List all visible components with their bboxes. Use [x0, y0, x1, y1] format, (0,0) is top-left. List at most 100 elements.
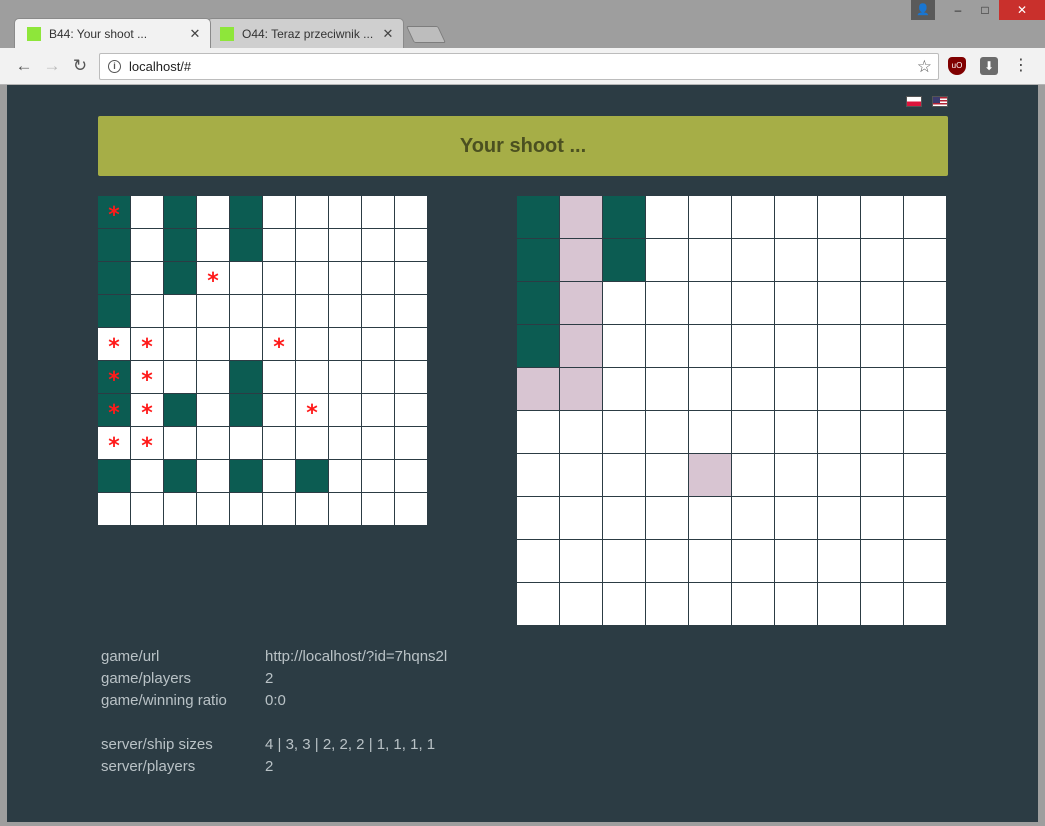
- profile-icon[interactable]: 👤: [911, 0, 935, 20]
- board-cell[interactable]: [732, 368, 774, 410]
- board-cell[interactable]: [732, 454, 774, 496]
- board-cell[interactable]: [818, 583, 860, 625]
- board-cell[interactable]: [775, 540, 817, 582]
- board-cell[interactable]: [646, 411, 688, 453]
- board-cell[interactable]: [560, 411, 602, 453]
- minimize-button[interactable]: –: [943, 0, 973, 20]
- board-cell[interactable]: [861, 239, 903, 281]
- board-cell[interactable]: [732, 411, 774, 453]
- board-cell[interactable]: [646, 497, 688, 539]
- tab-opponent-turn[interactable]: O44: Teraz przeciwnik ... ✕: [207, 18, 404, 48]
- board-cell[interactable]: [560, 196, 602, 238]
- bookmark-star-icon[interactable]: ☆: [917, 57, 932, 77]
- board-cell[interactable]: [775, 454, 817, 496]
- board-cell[interactable]: [904, 325, 946, 367]
- board-cell[interactable]: [560, 368, 602, 410]
- board-cell[interactable]: [861, 282, 903, 324]
- board-cell[interactable]: [775, 282, 817, 324]
- board-cell[interactable]: [689, 583, 731, 625]
- board-cell[interactable]: [861, 368, 903, 410]
- board-cell[interactable]: [603, 497, 645, 539]
- board-cell[interactable]: [775, 325, 817, 367]
- board-cell[interactable]: [646, 196, 688, 238]
- tab-your-shoot[interactable]: B44: Your shoot ... ✕: [14, 18, 211, 48]
- new-tab-button[interactable]: [406, 26, 446, 43]
- us-flag-icon[interactable]: [932, 96, 948, 107]
- board-cell[interactable]: [517, 239, 559, 281]
- board-cell[interactable]: [560, 282, 602, 324]
- board-cell[interactable]: [689, 540, 731, 582]
- board-cell[interactable]: [689, 282, 731, 324]
- board-cell[interactable]: [603, 239, 645, 281]
- polish-flag-icon[interactable]: [906, 96, 922, 107]
- board-cell[interactable]: [818, 196, 860, 238]
- close-window-button[interactable]: ✕: [999, 0, 1045, 20]
- board-cell[interactable]: [904, 368, 946, 410]
- board-cell[interactable]: [646, 325, 688, 367]
- board-cell[interactable]: [603, 196, 645, 238]
- board-cell[interactable]: [904, 454, 946, 496]
- board-cell[interactable]: [818, 497, 860, 539]
- board-cell[interactable]: [775, 239, 817, 281]
- board-cell[interactable]: [517, 454, 559, 496]
- board-cell[interactable]: [861, 196, 903, 238]
- board-cell[interactable]: [775, 583, 817, 625]
- board-cell[interactable]: [818, 239, 860, 281]
- board-cell[interactable]: [732, 196, 774, 238]
- board-cell[interactable]: [904, 497, 946, 539]
- board-cell[interactable]: [732, 239, 774, 281]
- board-cell[interactable]: [904, 540, 946, 582]
- board-cell[interactable]: [775, 368, 817, 410]
- board-cell[interactable]: [560, 325, 602, 367]
- board-cell[interactable]: [904, 411, 946, 453]
- board-cell[interactable]: [603, 411, 645, 453]
- back-arrow-icon[interactable]: ←: [12, 54, 36, 78]
- board-cell[interactable]: [689, 454, 731, 496]
- board-cell[interactable]: [560, 454, 602, 496]
- board-cell[interactable]: [603, 454, 645, 496]
- board-cell[interactable]: [517, 368, 559, 410]
- board-cell[interactable]: [732, 282, 774, 324]
- board-cell[interactable]: [904, 282, 946, 324]
- address-bar[interactable]: i localhost/# ☆: [99, 53, 939, 80]
- board-cell[interactable]: [560, 239, 602, 281]
- reload-icon[interactable]: ↻: [68, 54, 92, 78]
- board-cell[interactable]: [517, 411, 559, 453]
- board-cell[interactable]: [560, 583, 602, 625]
- board-cell[interactable]: [818, 325, 860, 367]
- board-cell[interactable]: [904, 583, 946, 625]
- board-cell[interactable]: [603, 325, 645, 367]
- board-cell[interactable]: [904, 239, 946, 281]
- board-cell[interactable]: [560, 497, 602, 539]
- board-cell[interactable]: [775, 196, 817, 238]
- board-cell[interactable]: [818, 368, 860, 410]
- board-cell[interactable]: [603, 368, 645, 410]
- board-cell[interactable]: [818, 282, 860, 324]
- board-cell[interactable]: [560, 540, 602, 582]
- board-cell[interactable]: [818, 411, 860, 453]
- board-cell[interactable]: [689, 239, 731, 281]
- board-cell[interactable]: [603, 583, 645, 625]
- board-cell[interactable]: [517, 325, 559, 367]
- board-cell[interactable]: [517, 282, 559, 324]
- board-cell[interactable]: [517, 540, 559, 582]
- board-cell[interactable]: [646, 239, 688, 281]
- board-cell[interactable]: [646, 282, 688, 324]
- board-cell[interactable]: [732, 540, 774, 582]
- board-cell[interactable]: [689, 411, 731, 453]
- board-cell[interactable]: [775, 411, 817, 453]
- board-cell[interactable]: [603, 282, 645, 324]
- board-cell[interactable]: [517, 497, 559, 539]
- board-cell[interactable]: [818, 540, 860, 582]
- board-cell[interactable]: [775, 497, 817, 539]
- close-tab-icon[interactable]: ✕: [188, 26, 202, 42]
- board-cell[interactable]: [818, 454, 860, 496]
- board-cell[interactable]: [646, 368, 688, 410]
- board-cell[interactable]: [861, 540, 903, 582]
- board-cell[interactable]: [646, 540, 688, 582]
- board-cell[interactable]: [904, 196, 946, 238]
- board-cell[interactable]: [689, 196, 731, 238]
- board-cell[interactable]: [732, 325, 774, 367]
- download-icon[interactable]: ⬇: [980, 57, 998, 75]
- board-cell[interactable]: [861, 497, 903, 539]
